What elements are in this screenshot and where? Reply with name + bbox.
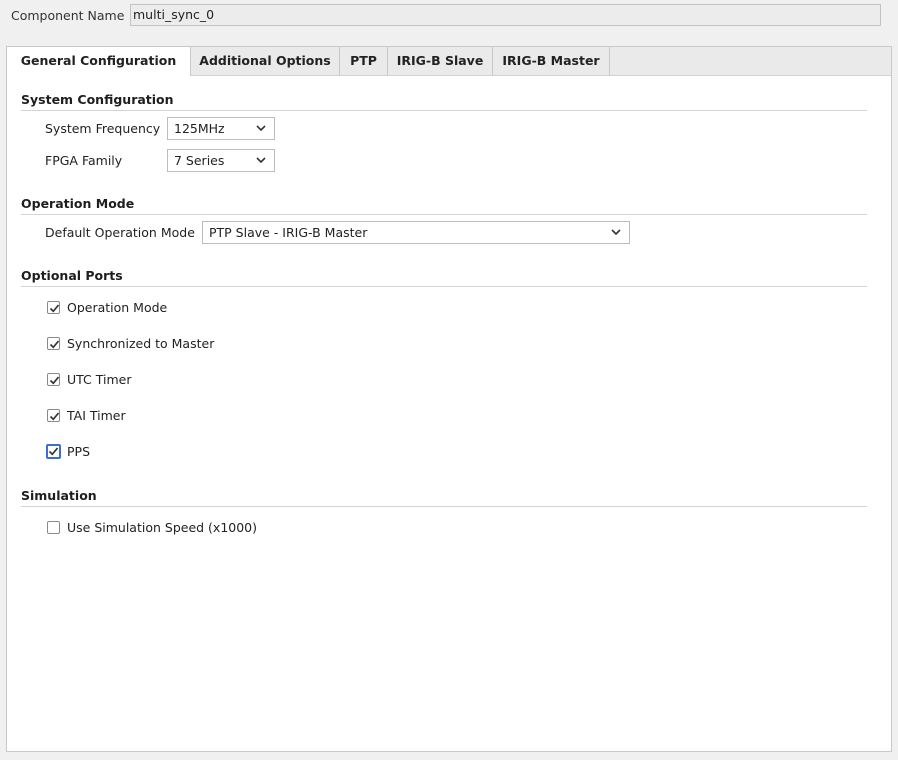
system-frequency-value: 125MHz xyxy=(174,121,225,136)
simulation-speed-label: Use Simulation Speed (x1000) xyxy=(67,520,258,535)
component-name-input[interactable]: multi_sync_0 xyxy=(130,4,881,26)
checkmark-icon xyxy=(49,412,60,421)
configuration-panel: General Configuration Additional Options… xyxy=(6,46,892,752)
operation-mode-title: Operation Mode xyxy=(21,196,135,211)
tai-timer-checkbox[interactable] xyxy=(47,409,60,422)
system-configuration-title: System Configuration xyxy=(21,92,174,107)
chevron-down-icon xyxy=(256,125,266,132)
default-operation-mode-select[interactable]: PTP Slave - IRIG-B Master xyxy=(202,221,630,244)
section-divider xyxy=(21,506,867,507)
fpga-family-label: FPGA Family xyxy=(45,153,123,168)
utc-timer-label: UTC Timer xyxy=(67,372,132,387)
checkmark-icon xyxy=(48,447,59,456)
component-name-label: Component Name xyxy=(11,8,125,23)
tab-general-configuration[interactable]: General Configuration xyxy=(7,47,191,76)
section-divider xyxy=(21,286,867,287)
checkmark-icon xyxy=(49,376,60,385)
section-divider xyxy=(21,214,867,215)
tab-ptp[interactable]: PTP xyxy=(340,47,388,75)
simulation-title: Simulation xyxy=(21,488,97,503)
fpga-family-select[interactable]: 7 Series xyxy=(167,149,275,172)
checkmark-icon xyxy=(49,304,60,313)
default-operation-mode-label: Default Operation Mode xyxy=(45,225,195,240)
tab-additional-options[interactable]: Additional Options xyxy=(191,47,340,75)
checkmark-icon xyxy=(49,340,60,349)
operation-mode-port-label: Operation Mode xyxy=(67,300,168,315)
simulation-speed-checkbox[interactable] xyxy=(47,521,60,534)
fpga-family-value: 7 Series xyxy=(174,153,225,168)
synchronized-to-master-label: Synchronized to Master xyxy=(67,336,215,351)
system-frequency-label: System Frequency xyxy=(45,121,161,136)
tai-timer-label: TAI Timer xyxy=(67,408,126,423)
pps-checkbox[interactable] xyxy=(46,444,61,459)
synchronized-to-master-checkbox[interactable] xyxy=(47,337,60,350)
chevron-down-icon xyxy=(611,229,621,236)
tab-bar: General Configuration Additional Options… xyxy=(7,47,891,76)
pps-label: PPS xyxy=(67,444,91,459)
system-frequency-select[interactable]: 125MHz xyxy=(167,117,275,140)
tab-irig-b-master[interactable]: IRIG-B Master xyxy=(493,47,610,75)
utc-timer-checkbox[interactable] xyxy=(47,373,60,386)
component-name-row: Component Name multi_sync_0 xyxy=(0,0,898,34)
section-divider xyxy=(21,110,867,111)
optional-ports-title: Optional Ports xyxy=(21,268,123,283)
default-operation-mode-value: PTP Slave - IRIG-B Master xyxy=(209,225,368,240)
tab-irig-b-slave[interactable]: IRIG-B Slave xyxy=(388,47,493,75)
chevron-down-icon xyxy=(256,157,266,164)
operation-mode-port-checkbox[interactable] xyxy=(47,301,60,314)
